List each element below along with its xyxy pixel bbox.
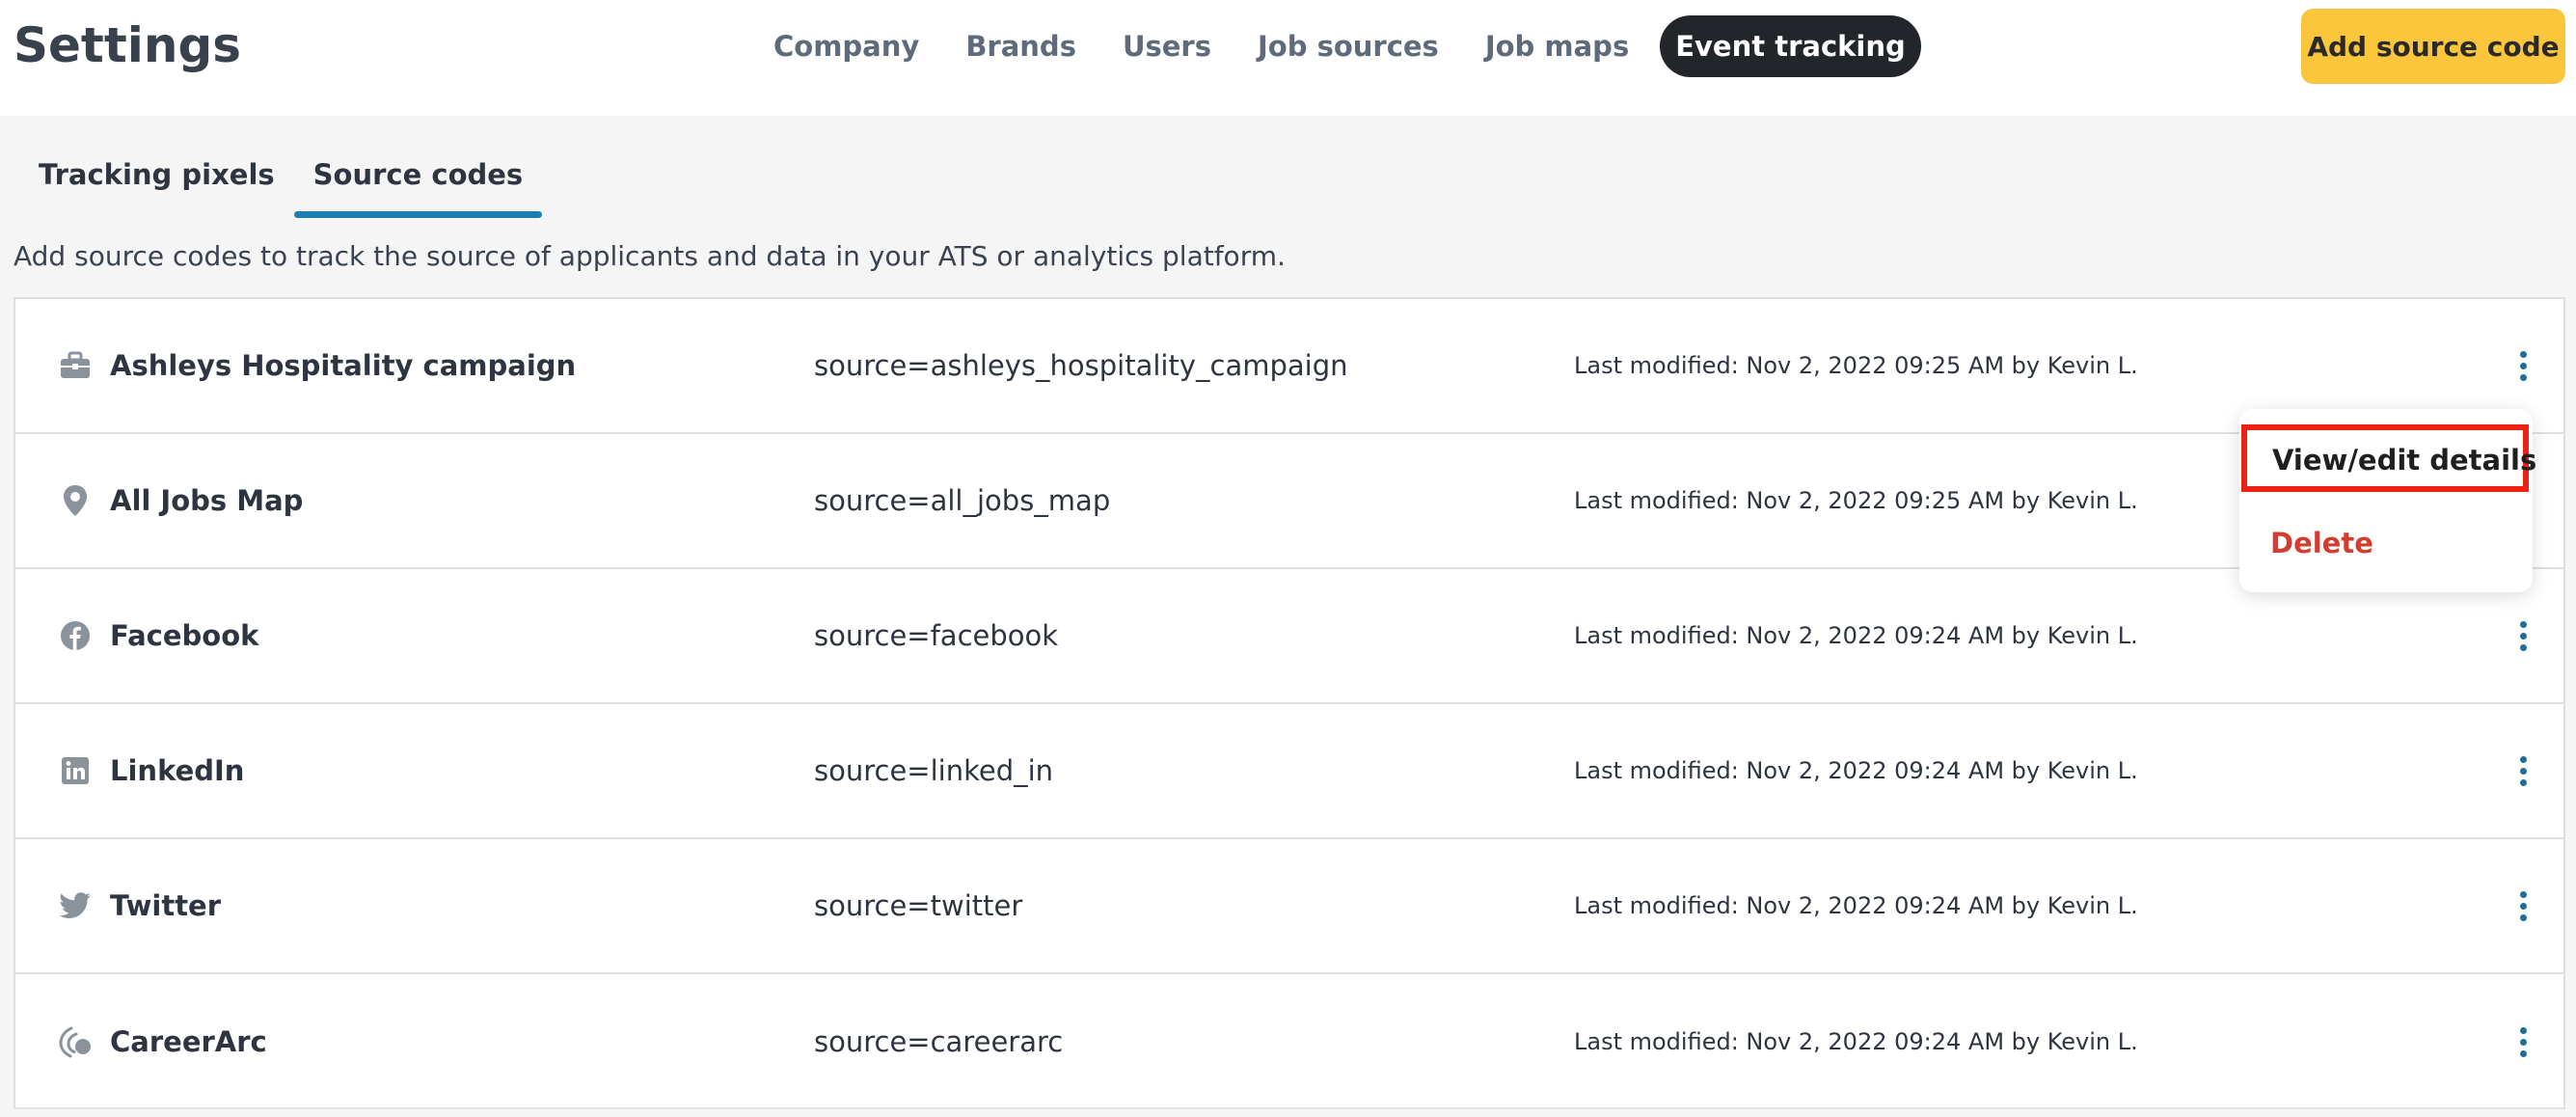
subtabs: Tracking pixels Source codes: [19, 145, 542, 220]
add-source-code-button[interactable]: Add source code: [2301, 9, 2565, 84]
row-actions-menu: View/edit details Delete: [2239, 409, 2536, 592]
nav-brands[interactable]: Brands: [942, 15, 1099, 77]
map-pin-icon: [58, 483, 93, 518]
settings-nav: Company Brands Users Job sources Job map…: [750, 15, 1921, 77]
delete-menu-item[interactable]: Delete: [2239, 517, 2533, 569]
linkedin-icon: [58, 753, 93, 788]
last-modified: Last modified: Nov 2, 2022 09:24 AM by K…: [1574, 1028, 2138, 1055]
table-row: All Jobs Map source=all_jobs_map Last mo…: [15, 434, 2563, 569]
source-name: Facebook: [110, 619, 259, 652]
table-row: Twitter source=twitter Last modified: No…: [15, 839, 2563, 974]
source-code-value: source=facebook: [814, 619, 1059, 652]
more-options-icon[interactable]: [2506, 1021, 2540, 1063]
page-title: Settings: [14, 17, 242, 73]
source-name: CareerArc: [110, 1025, 267, 1058]
more-options-icon[interactable]: [2506, 614, 2540, 657]
nav-job-maps[interactable]: Job maps: [1462, 15, 1652, 77]
table-row: LinkedIn source=linked_in Last modified:…: [15, 704, 2563, 839]
table-row: Ashleys Hospitality campaign source=ashl…: [15, 299, 2563, 434]
twitter-icon: [58, 888, 93, 923]
facebook-icon: [58, 618, 93, 653]
more-options-icon[interactable]: [2506, 749, 2540, 792]
table-row: CareerArc source=careerarc Last modified…: [15, 974, 2563, 1109]
nav-job-sources[interactable]: Job sources: [1234, 15, 1462, 77]
nav-users[interactable]: Users: [1099, 15, 1234, 77]
last-modified: Last modified: Nov 2, 2022 09:24 AM by K…: [1574, 622, 2138, 649]
source-code-value: source=careerarc: [814, 1025, 1064, 1058]
source-code-value: source=all_jobs_map: [814, 484, 1111, 517]
page-description: Add source codes to track the source of …: [14, 240, 1286, 272]
last-modified: Last modified: Nov 2, 2022 09:25 AM by K…: [1574, 487, 2138, 514]
more-options-icon[interactable]: [2506, 344, 2540, 387]
source-name: Twitter: [110, 889, 222, 922]
nav-event-tracking[interactable]: Event tracking: [1660, 15, 1921, 77]
source-code-list: Ashleys Hospitality campaign source=ashl…: [14, 297, 2565, 1109]
source-name: LinkedIn: [110, 754, 245, 787]
careerarc-icon: [58, 1024, 93, 1059]
source-code-value: source=ashleys_hospitality_campaign: [814, 349, 1348, 382]
briefcase-icon: [58, 348, 93, 383]
tab-source-codes[interactable]: Source codes: [293, 145, 543, 220]
top-bar: Settings Company Brands Users Job source…: [0, 0, 2576, 116]
last-modified: Last modified: Nov 2, 2022 09:25 AM by K…: [1574, 352, 2138, 379]
view-edit-details-menu-item[interactable]: View/edit details: [2241, 424, 2536, 492]
last-modified: Last modified: Nov 2, 2022 09:24 AM by K…: [1574, 757, 2138, 784]
source-name: Ashleys Hospitality campaign: [110, 349, 577, 382]
source-code-value: source=linked_in: [814, 754, 1054, 787]
tab-tracking-pixels[interactable]: Tracking pixels: [19, 145, 294, 220]
source-name: All Jobs Map: [110, 484, 304, 517]
more-options-icon[interactable]: [2506, 885, 2540, 927]
last-modified: Last modified: Nov 2, 2022 09:24 AM by K…: [1574, 892, 2138, 919]
source-code-value: source=twitter: [814, 889, 1023, 922]
nav-company[interactable]: Company: [750, 15, 942, 77]
table-row: Facebook source=facebook Last modified: …: [15, 569, 2563, 704]
